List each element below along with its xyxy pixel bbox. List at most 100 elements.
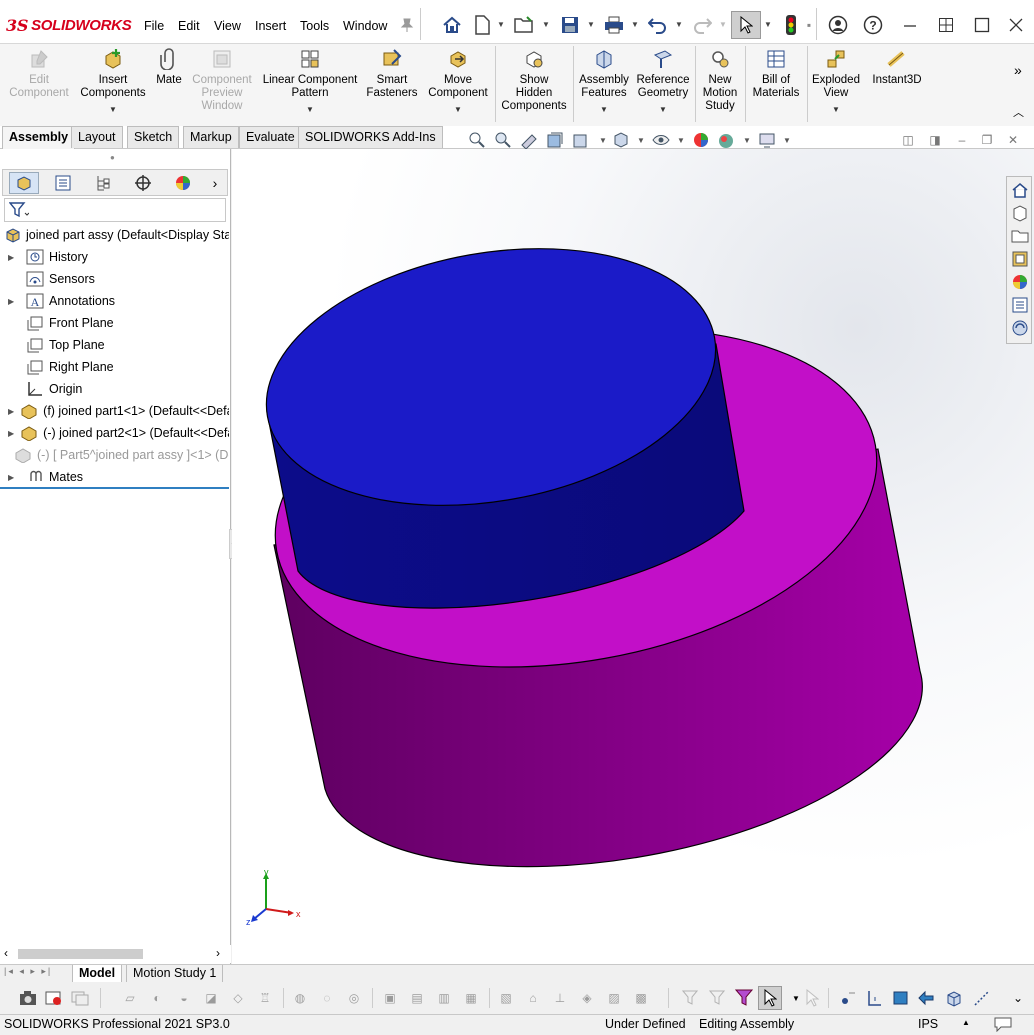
save-icon[interactable]: [558, 13, 582, 37]
tab-sketch[interactable]: Sketch: [127, 126, 180, 148]
chevron-down-icon[interactable]: ▼: [777, 130, 797, 150]
ribbon-collapse-chevron-icon[interactable]: ︿: [1013, 104, 1024, 120]
menu-edit[interactable]: Edit: [178, 19, 200, 33]
menu-view[interactable]: View: [214, 19, 241, 33]
viewport-minimize-icon[interactable]: –: [952, 130, 972, 150]
view-palette-icon[interactable]: [1009, 248, 1030, 269]
viewport-tile-left-icon[interactable]: ◫: [898, 130, 918, 150]
tree-item-history[interactable]: ▶ History: [0, 247, 229, 267]
menu-file[interactable]: File: [144, 19, 164, 33]
show-hidden-components-button[interactable]: Show Hidden Components: [498, 48, 570, 113]
restore-icon[interactable]: [934, 13, 958, 37]
tree-rollback-bar[interactable]: [0, 487, 229, 489]
chevron-down-icon[interactable]: ▼: [587, 20, 595, 29]
chevron-down-icon[interactable]: ▼: [306, 103, 314, 116]
plane-blue-icon[interactable]: [890, 988, 910, 1008]
box-3d-icon[interactable]: [944, 988, 964, 1008]
bill-of-materials-button[interactable]: Bill of Materials: [748, 48, 804, 100]
viewport-close-icon[interactable]: ✕: [1003, 130, 1023, 150]
reference-geometry-button[interactable]: Reference Geometry ▼: [634, 48, 692, 116]
camera-icon[interactable]: [18, 988, 38, 1008]
status-units[interactable]: IPS: [918, 1017, 938, 1031]
tree-filter[interactable]: [4, 198, 226, 222]
tree-item-joined-part2[interactable]: ▶ (-) joined part2<1> (Default<<Default: [0, 423, 229, 443]
chevron-down-icon[interactable]: ▼: [671, 130, 691, 150]
section-view-icon[interactable]: [545, 130, 565, 150]
configuration-manager-icon[interactable]: [88, 172, 118, 194]
expand-arrow-icon[interactable]: ▶: [8, 297, 20, 306]
custom-properties-icon[interactable]: [1009, 294, 1030, 315]
solidworks-resources-home-icon[interactable]: [1009, 179, 1030, 200]
tree-horizontal-scrollbar[interactable]: ‹ ›: [0, 945, 231, 963]
tab-solidworks-addins[interactable]: SOLIDWORKS Add-Ins: [298, 126, 443, 148]
view-settings-monitor-icon[interactable]: [757, 130, 777, 150]
mate-button[interactable]: Mate: [152, 48, 186, 87]
exploded-view-button[interactable]: Exploded View ▼: [810, 48, 862, 116]
edit-appearance-icon[interactable]: [716, 130, 736, 150]
maximize-icon[interactable]: [970, 13, 994, 37]
appearances-scenes-icon[interactable]: [1009, 271, 1030, 292]
chevron-down-icon[interactable]: ▼: [593, 130, 613, 150]
tab-markup[interactable]: Markup: [183, 126, 239, 148]
chevron-down-icon[interactable]: ▼: [497, 20, 505, 29]
units-caret-icon[interactable]: ▲: [962, 1018, 970, 1027]
tab-motion-study-1[interactable]: Motion Study 1: [126, 965, 224, 983]
zoom-to-fit-icon[interactable]: [467, 130, 487, 150]
expand-arrow-icon[interactable]: ▶: [8, 253, 20, 262]
insert-components-button[interactable]: Insert Components ▼: [78, 48, 148, 116]
chevron-down-icon[interactable]: ▼: [659, 103, 667, 116]
file-explorer-icon[interactable]: [1009, 225, 1030, 246]
selection-filter-icon[interactable]: [734, 988, 754, 1008]
smart-fasteners-button[interactable]: Smart Fasteners: [364, 48, 420, 100]
chevron-down-icon[interactable]: ▼: [675, 20, 683, 29]
chevron-down-icon[interactable]: ▼: [631, 130, 651, 150]
display-manager-icon[interactable]: [168, 172, 198, 194]
rebuild-traffic-light-icon[interactable]: [779, 13, 803, 37]
tab-evaluate[interactable]: Evaluate: [239, 126, 302, 148]
screen-capture-icon[interactable]: [70, 988, 90, 1008]
expand-arrow-icon[interactable]: ▶: [8, 429, 14, 438]
view-orientation-icon[interactable]: [611, 130, 631, 150]
chevron-down-icon[interactable]: ▼: [631, 20, 639, 29]
solidworks-forum-icon[interactable]: [1009, 317, 1030, 338]
tab-model[interactable]: Model: [72, 965, 123, 983]
tree-item-mates[interactable]: ▶ Mates: [0, 467, 229, 487]
arrows-direction-icon[interactable]: [916, 988, 936, 1008]
edit-component-button[interactable]: Edit Component: [6, 48, 72, 100]
print-icon[interactable]: [602, 13, 626, 37]
menu-tools[interactable]: Tools: [300, 19, 329, 33]
panel-splitter-dot-icon[interactable]: ●: [110, 153, 115, 162]
user-account-icon[interactable]: [826, 13, 850, 37]
home-icon[interactable]: [440, 13, 464, 37]
close-icon[interactable]: [1004, 13, 1028, 37]
chevron-down-icon[interactable]: ▼: [454, 103, 462, 116]
minimize-icon[interactable]: [898, 13, 922, 37]
dynamic-annotation-views-icon[interactable]: [571, 130, 591, 150]
design-library-icon[interactable]: [1009, 202, 1030, 223]
open-folder-icon[interactable]: [512, 13, 536, 37]
tree-item-part5[interactable]: (-) [ Part5^joined part assy ]<1> (Defau…: [0, 445, 229, 465]
viewport-restore-icon[interactable]: ❐: [977, 130, 997, 150]
axis-icon[interactable]: [864, 988, 884, 1008]
viewport-tile-right-icon[interactable]: ◨: [925, 130, 945, 150]
chevron-down-icon[interactable]: ▼: [764, 20, 772, 29]
chevron-down-icon[interactable]: ▼: [600, 103, 608, 116]
new-document-icon[interactable]: [470, 13, 494, 37]
pin-icon[interactable]: [397, 13, 417, 37]
chevron-down-icon[interactable]: ▼: [542, 20, 550, 29]
expand-arrow-icon[interactable]: ▶: [8, 473, 20, 482]
undo-icon[interactable]: [646, 13, 670, 37]
featuremanager-tree-icon[interactable]: [9, 172, 39, 194]
measure-line-icon[interactable]: [972, 988, 992, 1008]
tree-root-assembly[interactable]: joined part assy (Default<Display State: [0, 225, 229, 245]
hide-show-items-icon[interactable]: [691, 130, 711, 150]
menu-window[interactable]: Window: [343, 19, 387, 33]
menu-insert[interactable]: Insert: [255, 19, 286, 33]
assembly-model-view[interactable]: [232, 149, 1034, 964]
filter-2-icon[interactable]: [707, 988, 727, 1008]
toolbar-more-chevron-icon[interactable]: ⌄: [1008, 988, 1028, 1008]
filter-funnel-icon[interactable]: [8, 202, 30, 221]
tree-item-annotations[interactable]: ▶ A Annotations: [0, 291, 229, 311]
zoom-to-area-icon[interactable]: [493, 130, 513, 150]
new-motion-study-button[interactable]: New Motion Study: [698, 48, 742, 113]
